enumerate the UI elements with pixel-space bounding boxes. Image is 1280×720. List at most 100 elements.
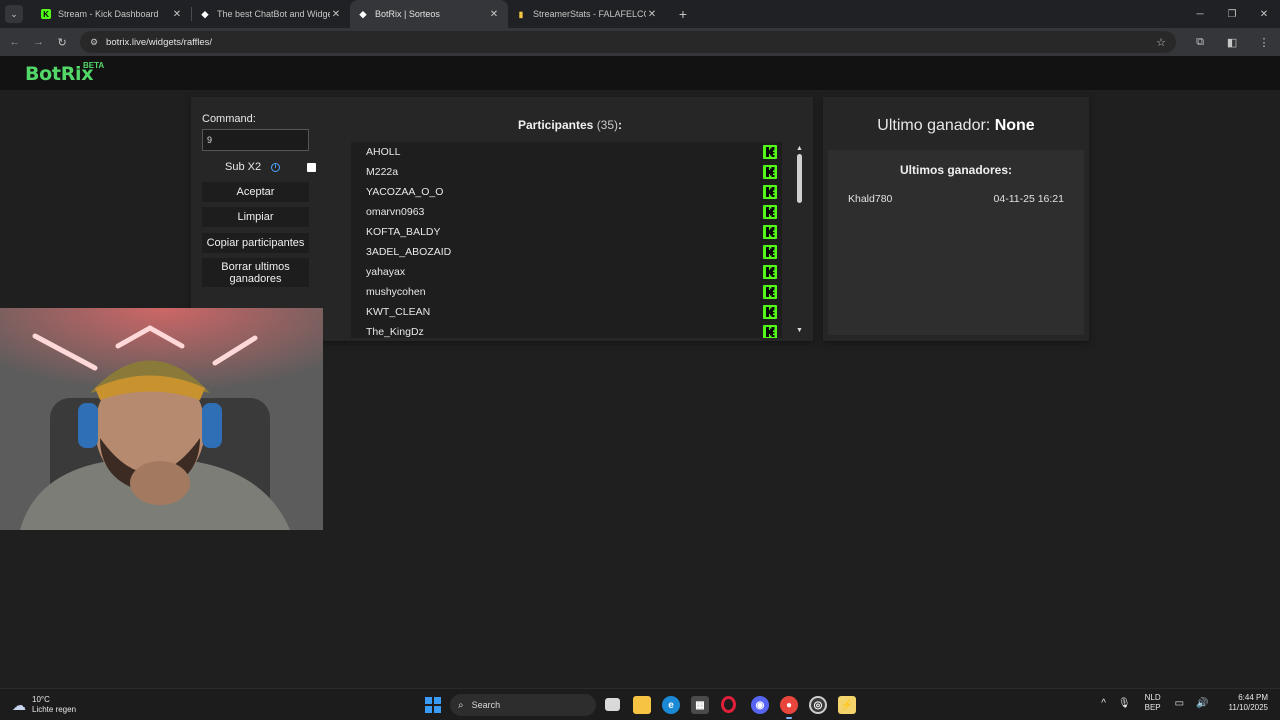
menu-icon[interactable]: ⋮ xyxy=(1248,36,1280,49)
address-bar[interactable]: ⚙ botrix.live/widgets/raffles/ ☆ xyxy=(79,31,1177,53)
webcam-overlay xyxy=(0,308,323,530)
command-label: Command: xyxy=(202,113,256,125)
url-text[interactable]: botrix.live/widgets/raffles/ xyxy=(106,37,1156,48)
participant-row: M222a xyxy=(351,162,782,182)
participants-colon: : xyxy=(618,118,623,132)
kick-icon xyxy=(763,305,777,319)
kick-icon xyxy=(763,285,777,299)
copy-participants-button[interactable]: Copiar participantes xyxy=(202,233,309,253)
restore-icon[interactable]: ❐ xyxy=(1216,0,1248,28)
participant-row: KWT_CLEAN xyxy=(351,302,782,322)
site-info-icon[interactable]: ⚙ xyxy=(90,37,98,48)
chevron-up-icon[interactable]: ^ xyxy=(1101,698,1106,709)
window-controls: ─ ❐ ✕ xyxy=(1184,0,1280,28)
close-window-icon[interactable]: ✕ xyxy=(1248,0,1280,28)
last-winner: Ultimo ganador: None xyxy=(823,117,1089,135)
kick-icon xyxy=(763,225,777,239)
participant-name: KWT_CLEAN xyxy=(366,306,431,318)
tab-search-icon[interactable]: ⌄ xyxy=(5,5,23,23)
kick-icon xyxy=(763,205,777,219)
tab-botrix-sorteos[interactable]: ◆ BotRix | Sorteos ✕ xyxy=(350,0,508,28)
language-indicator[interactable]: NLD BEP xyxy=(1145,693,1161,713)
participant-name: M222a xyxy=(366,166,399,178)
tab-title: StreamerStats - FALAFELCO Pro xyxy=(533,9,646,19)
opera-icon[interactable] xyxy=(721,696,736,713)
clock-time: 6:44 PM xyxy=(1238,693,1268,702)
close-icon[interactable]: ✕ xyxy=(330,9,342,20)
tab-botrix-home[interactable]: ◆ The best ChatBot and Widgets ✕ xyxy=(192,0,350,28)
botrix-icon: ◆ xyxy=(359,8,367,19)
chrome-icon[interactable]: ● xyxy=(780,696,798,719)
info-icon[interactable]: i xyxy=(271,162,281,172)
kick-icon xyxy=(763,165,777,179)
discord-icon[interactable]: ◉ xyxy=(751,696,769,714)
participants-heading: Participantes (35): xyxy=(350,118,790,132)
windows-start-icon[interactable] xyxy=(425,697,441,713)
accept-button[interactable]: Aceptar xyxy=(202,182,309,202)
webcam-image xyxy=(0,308,323,530)
close-icon[interactable]: ✕ xyxy=(646,9,658,20)
scroll-down-arrow-icon[interactable]: ▼ xyxy=(796,327,803,334)
participants-count: (35) xyxy=(596,118,619,132)
file-explorer-icon[interactable] xyxy=(633,696,651,714)
winners-history-title: Ultimos ganadores: xyxy=(899,163,1013,177)
kick-icon xyxy=(763,265,777,279)
cloud-rain-icon: ☁ xyxy=(12,696,26,713)
beta-badge: BETA xyxy=(83,61,105,70)
scrollbar-thumb[interactable] xyxy=(797,154,802,203)
winner-panel: Ultimo ganador: None Ultimos ganadores: … xyxy=(823,97,1089,341)
extensions-icon[interactable]: ⧉ xyxy=(1184,36,1216,49)
participant-name: omarvn0963 xyxy=(366,206,425,218)
store-icon[interactable]: ▦ xyxy=(691,696,709,714)
scroll-up-arrow-icon[interactable]: ▲ xyxy=(796,145,803,152)
participant-row: AHOLL xyxy=(351,142,782,162)
clear-button[interactable]: Limpiar xyxy=(202,207,309,227)
sub-x2-option: Sub X2 i xyxy=(225,161,281,173)
winner-date: 04-11-25 16:21 xyxy=(993,193,1064,205)
back-icon[interactable]: ← xyxy=(3,36,27,48)
command-input[interactable] xyxy=(202,129,309,151)
kick-icon xyxy=(763,145,777,159)
tab-streamerstats[interactable]: ▮ StreamerStats - FALAFELCO Pro ✕ xyxy=(508,0,666,28)
app-icon[interactable]: ⚡ xyxy=(838,696,856,714)
close-icon[interactable]: ✕ xyxy=(171,9,183,20)
profile-icon[interactable]: ◧ xyxy=(1216,36,1248,49)
participant-name: yahayax xyxy=(366,266,406,278)
last-winner-value: None xyxy=(994,117,1035,134)
task-view-icon[interactable] xyxy=(605,698,620,711)
close-icon[interactable]: ✕ xyxy=(488,9,500,20)
volume-icon[interactable]: 🔊 xyxy=(1196,698,1208,709)
minimize-icon[interactable]: ─ xyxy=(1184,0,1216,28)
display-icon[interactable]: ▭ xyxy=(1175,698,1184,709)
delete-last-winners-button[interactable]: Borrar ultimos ganadores xyxy=(202,258,309,287)
microphone-icon[interactable]: 🎙 xyxy=(1118,698,1131,709)
weather-widget[interactable]: ☁ 10°C Lichte regen xyxy=(12,695,76,715)
obs-icon[interactable]: ◎ xyxy=(809,696,827,714)
clock-date: 11/10/2025 xyxy=(1228,703,1268,712)
reload-icon[interactable]: ↻ xyxy=(50,36,74,49)
participants-list[interactable]: AHOLL M222a YACOZAA_O_O omarvn0963 KOFTA_BAL… xyxy=(351,142,782,338)
sub-x2-checkbox[interactable] xyxy=(307,163,316,172)
clock[interactable]: 6:44 PM 11/10/2025 xyxy=(1229,693,1268,713)
stats-icon: ▮ xyxy=(518,9,524,19)
participant-row: The_KingDz xyxy=(351,322,782,338)
botrix-icon: ◆ xyxy=(201,8,209,19)
participant-row: KOFTA_BALDY xyxy=(351,222,782,242)
last-winner-label: Ultimo ganador: xyxy=(877,117,991,134)
participant-row: omarvn0963 xyxy=(351,202,782,222)
taskbar-search[interactable]: ⌕ Search xyxy=(450,694,596,716)
tab-title: BotRix | Sorteos xyxy=(375,9,440,19)
edge-icon[interactable]: e xyxy=(662,696,680,714)
participant-name: 3ADEL_ABOZAID xyxy=(366,246,452,258)
participant-row: 3ADEL_ABOZAID xyxy=(351,242,782,262)
forward-icon[interactable]: → xyxy=(27,36,51,48)
new-tab-icon[interactable]: + xyxy=(672,6,694,22)
participant-row: YACOZAA_O_O xyxy=(351,182,782,202)
winners-history-box: Ultimos ganadores: Khald780 04-11-25 16:… xyxy=(828,150,1084,335)
participant-row: mushycohen xyxy=(351,282,782,302)
bookmark-star-icon[interactable]: ☆ xyxy=(1156,36,1166,49)
lang-2: BEP xyxy=(1144,703,1161,712)
weather-condition: Lichte regen xyxy=(32,705,77,714)
tab-kick-dashboard[interactable]: K Stream - Kick Dashboard ✕ xyxy=(33,0,191,28)
lang-1: NLD xyxy=(1144,693,1161,702)
